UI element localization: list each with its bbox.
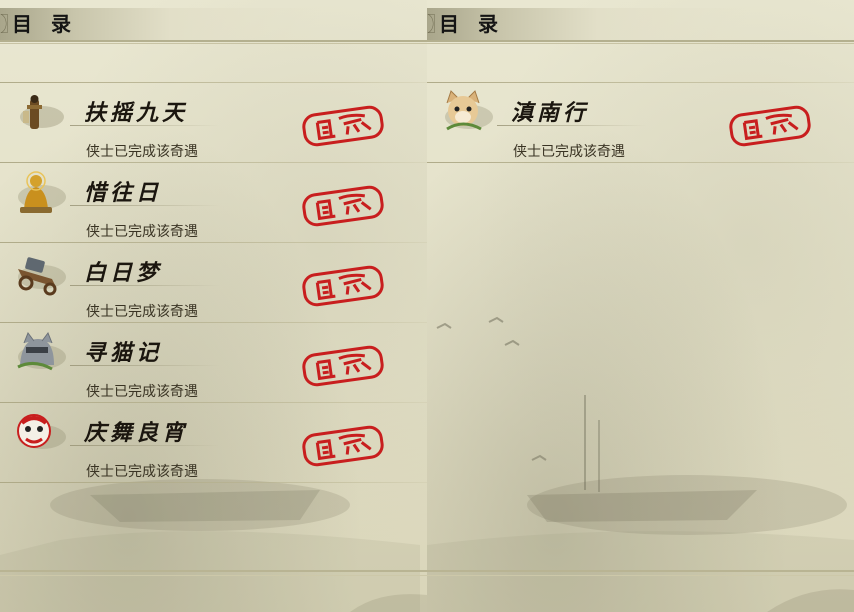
title-bracket-icon: 〗 <box>0 12 20 36</box>
encounter-status: 侠士已完成该奇遇 <box>86 304 198 320</box>
encounter-entry[interactable]: 白日梦 侠士已完成该奇遇 <box>0 243 427 323</box>
row-divider <box>427 162 854 163</box>
encounter-status: 侠士已完成该奇遇 <box>86 464 198 480</box>
lion-dance-icon <box>12 413 68 453</box>
right-titlebar: 〗 目 录 <box>427 8 854 42</box>
name-underline <box>70 205 220 206</box>
footer-divider <box>427 575 854 576</box>
encounter-name: 惜往日 <box>84 180 163 206</box>
name-underline <box>70 125 220 126</box>
encounter-status: 侠士已完成该奇遇 <box>86 144 198 160</box>
right-panel-title: 目 录 <box>439 12 504 36</box>
completed-stamp-icon <box>302 105 384 147</box>
encounter-name: 庆舞良宵 <box>84 420 189 446</box>
completed-stamp-icon <box>729 105 811 147</box>
header-divider <box>0 43 427 44</box>
encounter-entry[interactable]: 扶摇九天 侠士已完成该奇遇 <box>0 83 427 163</box>
encounter-name: 滇南行 <box>511 100 590 126</box>
fox-cat-icon <box>439 90 495 133</box>
encounter-name: 扶摇九天 <box>84 100 189 126</box>
golden-buddha-icon <box>12 171 68 213</box>
encounter-status: 侠士已完成该奇遇 <box>86 224 198 240</box>
encounter-name: 寻猫记 <box>84 340 163 366</box>
completed-stamp-icon <box>302 265 384 307</box>
name-underline <box>70 365 220 366</box>
encounter-status: 侠士已完成该奇遇 <box>86 384 198 400</box>
name-underline <box>497 125 647 126</box>
encounter-entry[interactable]: 庆舞良宵 侠士已完成该奇遇 <box>0 403 427 483</box>
gray-cat-icon <box>12 331 68 373</box>
completed-stamp-icon <box>302 345 384 387</box>
name-underline <box>70 285 220 286</box>
header-divider <box>427 43 854 44</box>
left-titlebar: 〗 目 录 <box>0 8 427 42</box>
left-panel-title: 目 录 <box>12 12 77 36</box>
encounter-entry[interactable]: 滇南行 侠士已完成该奇遇 <box>427 83 854 163</box>
completed-stamp-icon <box>302 425 384 467</box>
footer-divider <box>0 570 427 572</box>
encounter-entry[interactable]: 寻猫记 侠士已完成该奇遇 <box>0 323 427 403</box>
encounter-name: 白日梦 <box>84 260 163 286</box>
name-underline <box>70 445 220 446</box>
title-bracket-icon: 〗 <box>427 12 447 36</box>
completed-stamp-icon <box>302 185 384 227</box>
bamboo-figure-icon <box>12 93 68 133</box>
footer-divider <box>0 575 427 576</box>
cart-icon <box>12 253 68 296</box>
encounter-entry[interactable]: 惜往日 侠士已完成该奇遇 <box>0 163 427 243</box>
footer-divider <box>427 570 854 572</box>
encounter-status: 侠士已完成该奇遇 <box>513 144 625 160</box>
row-divider <box>0 482 427 483</box>
right-panel: 〗 目 录 滇南行 侠士已完成该奇遇 <box>427 0 854 612</box>
left-panel: 〗 目 录 扶摇九天 侠士已完成该奇遇 惜往日 侠士已完成该奇遇 白日梦 侠士已… <box>0 0 428 612</box>
